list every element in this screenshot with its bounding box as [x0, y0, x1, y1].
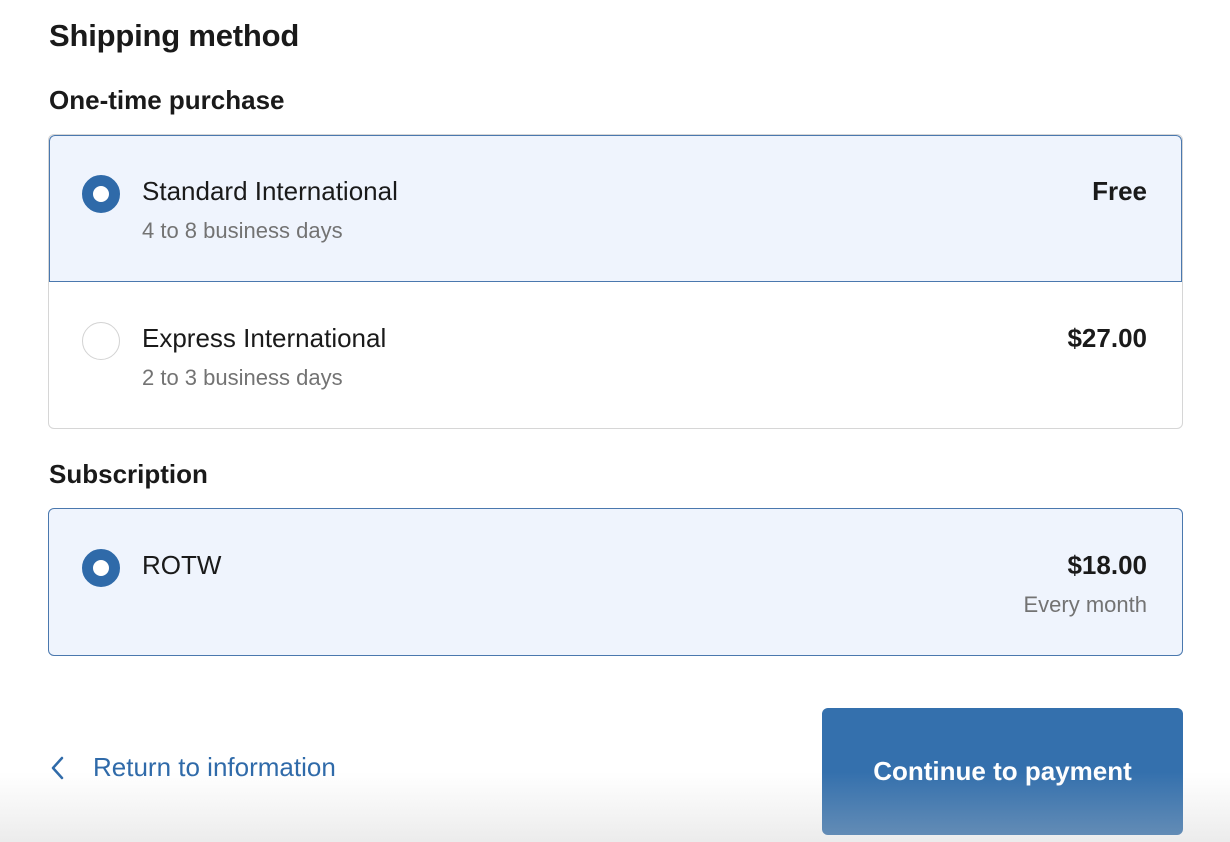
radio-selected-icon[interactable] [82, 549, 120, 587]
return-link-label: Return to information [93, 752, 336, 782]
option-price: Free [1092, 176, 1147, 206]
option-price: $27.00 [1067, 323, 1147, 353]
subscription-heading: Subscription [49, 459, 208, 489]
option-name: Standard International [142, 176, 398, 206]
shipping-option-standard-international[interactable]: Standard International 4 to 8 business d… [49, 135, 1182, 282]
page-title: Shipping method [49, 18, 300, 53]
subscription-shipping-options: ROTW $18.00 Every month [48, 508, 1183, 656]
chevron-left-icon [49, 753, 71, 783]
shipping-option-express-international[interactable]: Express International 2 to 3 business da… [49, 282, 1182, 428]
option-name: ROTW [142, 550, 222, 580]
radio-selected-icon[interactable] [82, 175, 120, 213]
return-to-information-link[interactable]: Return to information [49, 752, 336, 783]
continue-to-payment-button[interactable]: Continue to payment [822, 708, 1183, 835]
shipping-method-page: Shipping method One-time purchase Standa… [0, 0, 1230, 842]
option-billing-frequency: Every month [1023, 592, 1148, 617]
option-delivery-time: 4 to 8 business days [142, 218, 343, 243]
option-price: $18.00 [1067, 550, 1147, 580]
one-time-shipping-options: Standard International 4 to 8 business d… [48, 134, 1183, 429]
one-time-purchase-heading: One-time purchase [49, 85, 285, 115]
shipping-option-rotw[interactable]: ROTW $18.00 Every month [49, 509, 1182, 655]
option-delivery-time: 2 to 3 business days [142, 365, 343, 390]
radio-unselected-icon[interactable] [82, 322, 120, 360]
option-name: Express International [142, 323, 387, 353]
